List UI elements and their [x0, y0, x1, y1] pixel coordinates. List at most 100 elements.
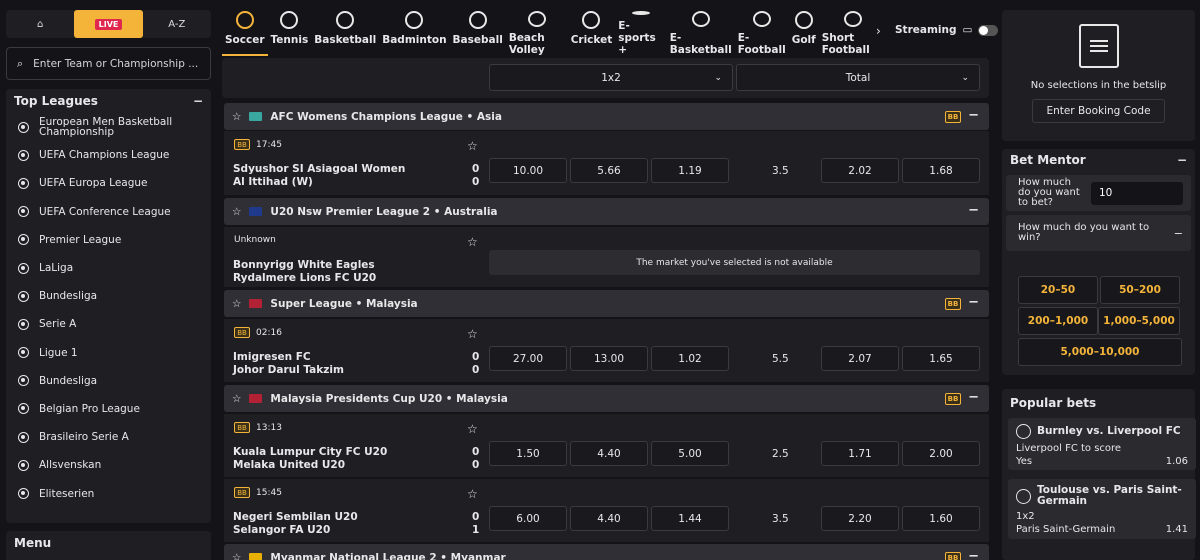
popular-bet-odd[interactable]: 1.41: [1166, 524, 1188, 535]
odd-button[interactable]: 27.00: [489, 346, 567, 371]
odd-button[interactable]: 1.44: [651, 506, 729, 531]
sport-tab[interactable]: Baseball: [450, 8, 506, 56]
collapse-icon[interactable]: −: [1177, 153, 1187, 167]
odd-button[interactable]: 1.02: [651, 346, 729, 371]
odd-button[interactable]: 4.40: [570, 441, 648, 466]
live-tab[interactable]: LIVE: [74, 10, 143, 38]
star-icon[interactable]: ☆: [232, 552, 241, 560]
sport-tab[interactable]: Golf: [789, 8, 819, 56]
collapse-icon[interactable]: −: [193, 94, 203, 108]
favorite-star-icon[interactable]: ☆: [467, 487, 478, 501]
star-icon[interactable]: ☆: [232, 298, 241, 310]
league-header[interactable]: ☆ Myanmar National League 2 • Myanmar BB −: [224, 544, 989, 560]
odd-button[interactable]: 5.00: [651, 441, 729, 466]
star-icon[interactable]: ☆: [232, 206, 241, 218]
sport-tab[interactable]: Cricket: [568, 8, 616, 56]
collapse-icon[interactable]: −: [1174, 227, 1183, 240]
popular-bet-match: Burnley vs. Liverpool FC: [1037, 425, 1181, 437]
collapse-icon[interactable]: −: [968, 203, 979, 218]
odd-button[interactable]: 6.00: [489, 506, 567, 531]
odd-button[interactable]: 5.66: [570, 158, 648, 183]
total-odd-button[interactable]: 2.02: [821, 158, 899, 183]
bet-builder-badge: BB: [234, 327, 250, 338]
search-input[interactable]: [33, 57, 202, 70]
league-header[interactable]: ☆ Malaysia Presidents Cup U20 • Malaysia B…: [224, 385, 989, 412]
win-range-chip[interactable]: 5,000–10,000: [1018, 338, 1182, 366]
league-item[interactable]: Allsvenskan: [6, 451, 211, 479]
market-select-1x2[interactable]: 1x2 ⌄: [489, 64, 733, 91]
league-header[interactable]: ☆ U20 Nsw Premier League 2 • Australia −: [224, 198, 989, 225]
match-row[interactable]: BB 02:16 ☆ Imigresen FC Johor Darul Takzim 0 0…: [224, 319, 989, 382]
collapse-icon[interactable]: −: [968, 108, 979, 123]
league-item[interactable]: Ligue 1: [6, 339, 211, 367]
popular-bet-card[interactable]: Toulouse vs. Paris Saint-Germain 1x2 Paris…: [1008, 479, 1196, 539]
bet-amount-question: How much do you want to bet?: [1018, 177, 1080, 208]
market-select-total[interactable]: Total ⌄: [736, 64, 980, 91]
odd-button[interactable]: 10.00: [489, 158, 567, 183]
home-tab[interactable]: ⌂: [6, 10, 74, 38]
league-header[interactable]: ☆ Super League • Malaysia BB −: [224, 290, 989, 317]
sport-tab[interactable]: E-sports +: [615, 8, 666, 56]
az-tab[interactable]: A-Z: [143, 10, 211, 38]
match-row[interactable]: BB 15:45 ☆ Negeri Sembilan U20 Selangor FA U…: [224, 479, 989, 542]
total-odd-button[interactable]: 1.68: [902, 158, 980, 183]
league-item[interactable]: UEFA Europa League: [6, 169, 211, 197]
chevron-right-icon[interactable]: ›: [876, 24, 881, 38]
sport-tab[interactable]: Tennis: [268, 8, 312, 56]
sport-tab[interactable]: Badminton: [379, 8, 449, 56]
booking-code-button[interactable]: Enter Booking Code: [1032, 99, 1165, 123]
league-item[interactable]: Brasileiro Serie A: [6, 423, 211, 451]
streaming-toggle[interactable]: [978, 24, 999, 36]
league-item[interactable]: Eliteserien: [6, 479, 211, 507]
favorite-star-icon[interactable]: ☆: [467, 422, 478, 436]
league-item[interactable]: Serie A: [6, 310, 211, 338]
match-row[interactable]: BB 13:13 ☆ Kuala Lumpur City FC U20 Melaka U…: [224, 414, 989, 477]
collapse-icon[interactable]: −: [968, 390, 979, 405]
league-item[interactable]: UEFA Conference League: [6, 198, 211, 226]
win-range-chip[interactable]: 50–200: [1100, 276, 1180, 304]
popular-bet-odd[interactable]: 1.06: [1166, 456, 1188, 467]
odd-button[interactable]: 13.00: [570, 346, 648, 371]
bet-amount-input[interactable]: [1091, 181, 1183, 205]
league-item[interactable]: Bundesliga: [6, 282, 211, 310]
collapse-icon[interactable]: −: [968, 295, 979, 310]
sport-tab[interactable]: Basketball: [311, 8, 379, 56]
league-name: UEFA Champions League: [39, 149, 170, 162]
bet-mentor-panel: Bet Mentor − How much do you want to bet?…: [1002, 149, 1195, 375]
favorite-star-icon[interactable]: ☆: [467, 139, 478, 153]
league-item[interactable]: Premier League: [6, 226, 211, 254]
popular-bet-card[interactable]: Burnley vs. Liverpool FC Liverpool FC to …: [1008, 418, 1196, 470]
total-odd-button[interactable]: 1.71: [821, 441, 899, 466]
league-header[interactable]: ☆ AFC Womens Champions League • Asia BB −: [224, 103, 989, 130]
odd-button[interactable]: 1.19: [651, 158, 729, 183]
total-line: 5.5: [772, 353, 789, 365]
favorite-star-icon[interactable]: ☆: [467, 235, 478, 249]
league-item[interactable]: European Men Basketball Championship: [6, 113, 211, 141]
win-range-chip[interactable]: 200–1,000: [1018, 307, 1098, 335]
league-item[interactable]: UEFA Champions League: [6, 141, 211, 169]
total-odd-button[interactable]: 1.60: [902, 506, 980, 531]
sport-tab[interactable]: Soccer: [222, 8, 268, 56]
sport-icon: [336, 11, 355, 29]
match-row[interactable]: Unknown ☆ Bonnyrigg White Eagles Rydalmere …: [224, 227, 989, 287]
odd-button[interactable]: 1.50: [489, 441, 567, 466]
odd-button[interactable]: 4.40: [570, 506, 648, 531]
total-odd-button[interactable]: 2.20: [821, 506, 899, 531]
league-item[interactable]: Bundesliga: [6, 367, 211, 395]
win-range-chip[interactable]: 20–50: [1018, 276, 1098, 304]
total-odd-button[interactable]: 2.00: [902, 441, 980, 466]
collapse-icon[interactable]: −: [968, 549, 979, 560]
bet-builder-badge: BB: [945, 393, 961, 405]
total-odd-button[interactable]: 2.07: [821, 346, 899, 371]
league-item[interactable]: Belgian Pro League: [6, 395, 211, 423]
total-odd-button[interactable]: 1.65: [902, 346, 980, 371]
league-item[interactable]: LaLiga: [6, 254, 211, 282]
favorite-star-icon[interactable]: ☆: [467, 327, 478, 341]
match-row[interactable]: BB 17:45 ☆ Sdyushor SI Asiagoal Women Al Itt…: [224, 131, 989, 195]
sport-tab[interactable]: Beach Volley: [506, 8, 568, 56]
sport-tab[interactable]: E-Basketball: [667, 8, 735, 56]
win-range-chip[interactable]: 1,000–5,000: [1098, 307, 1180, 335]
star-icon[interactable]: ☆: [232, 393, 241, 405]
sport-tab[interactable]: E-Football: [735, 8, 789, 56]
star-icon[interactable]: ☆: [232, 111, 241, 123]
